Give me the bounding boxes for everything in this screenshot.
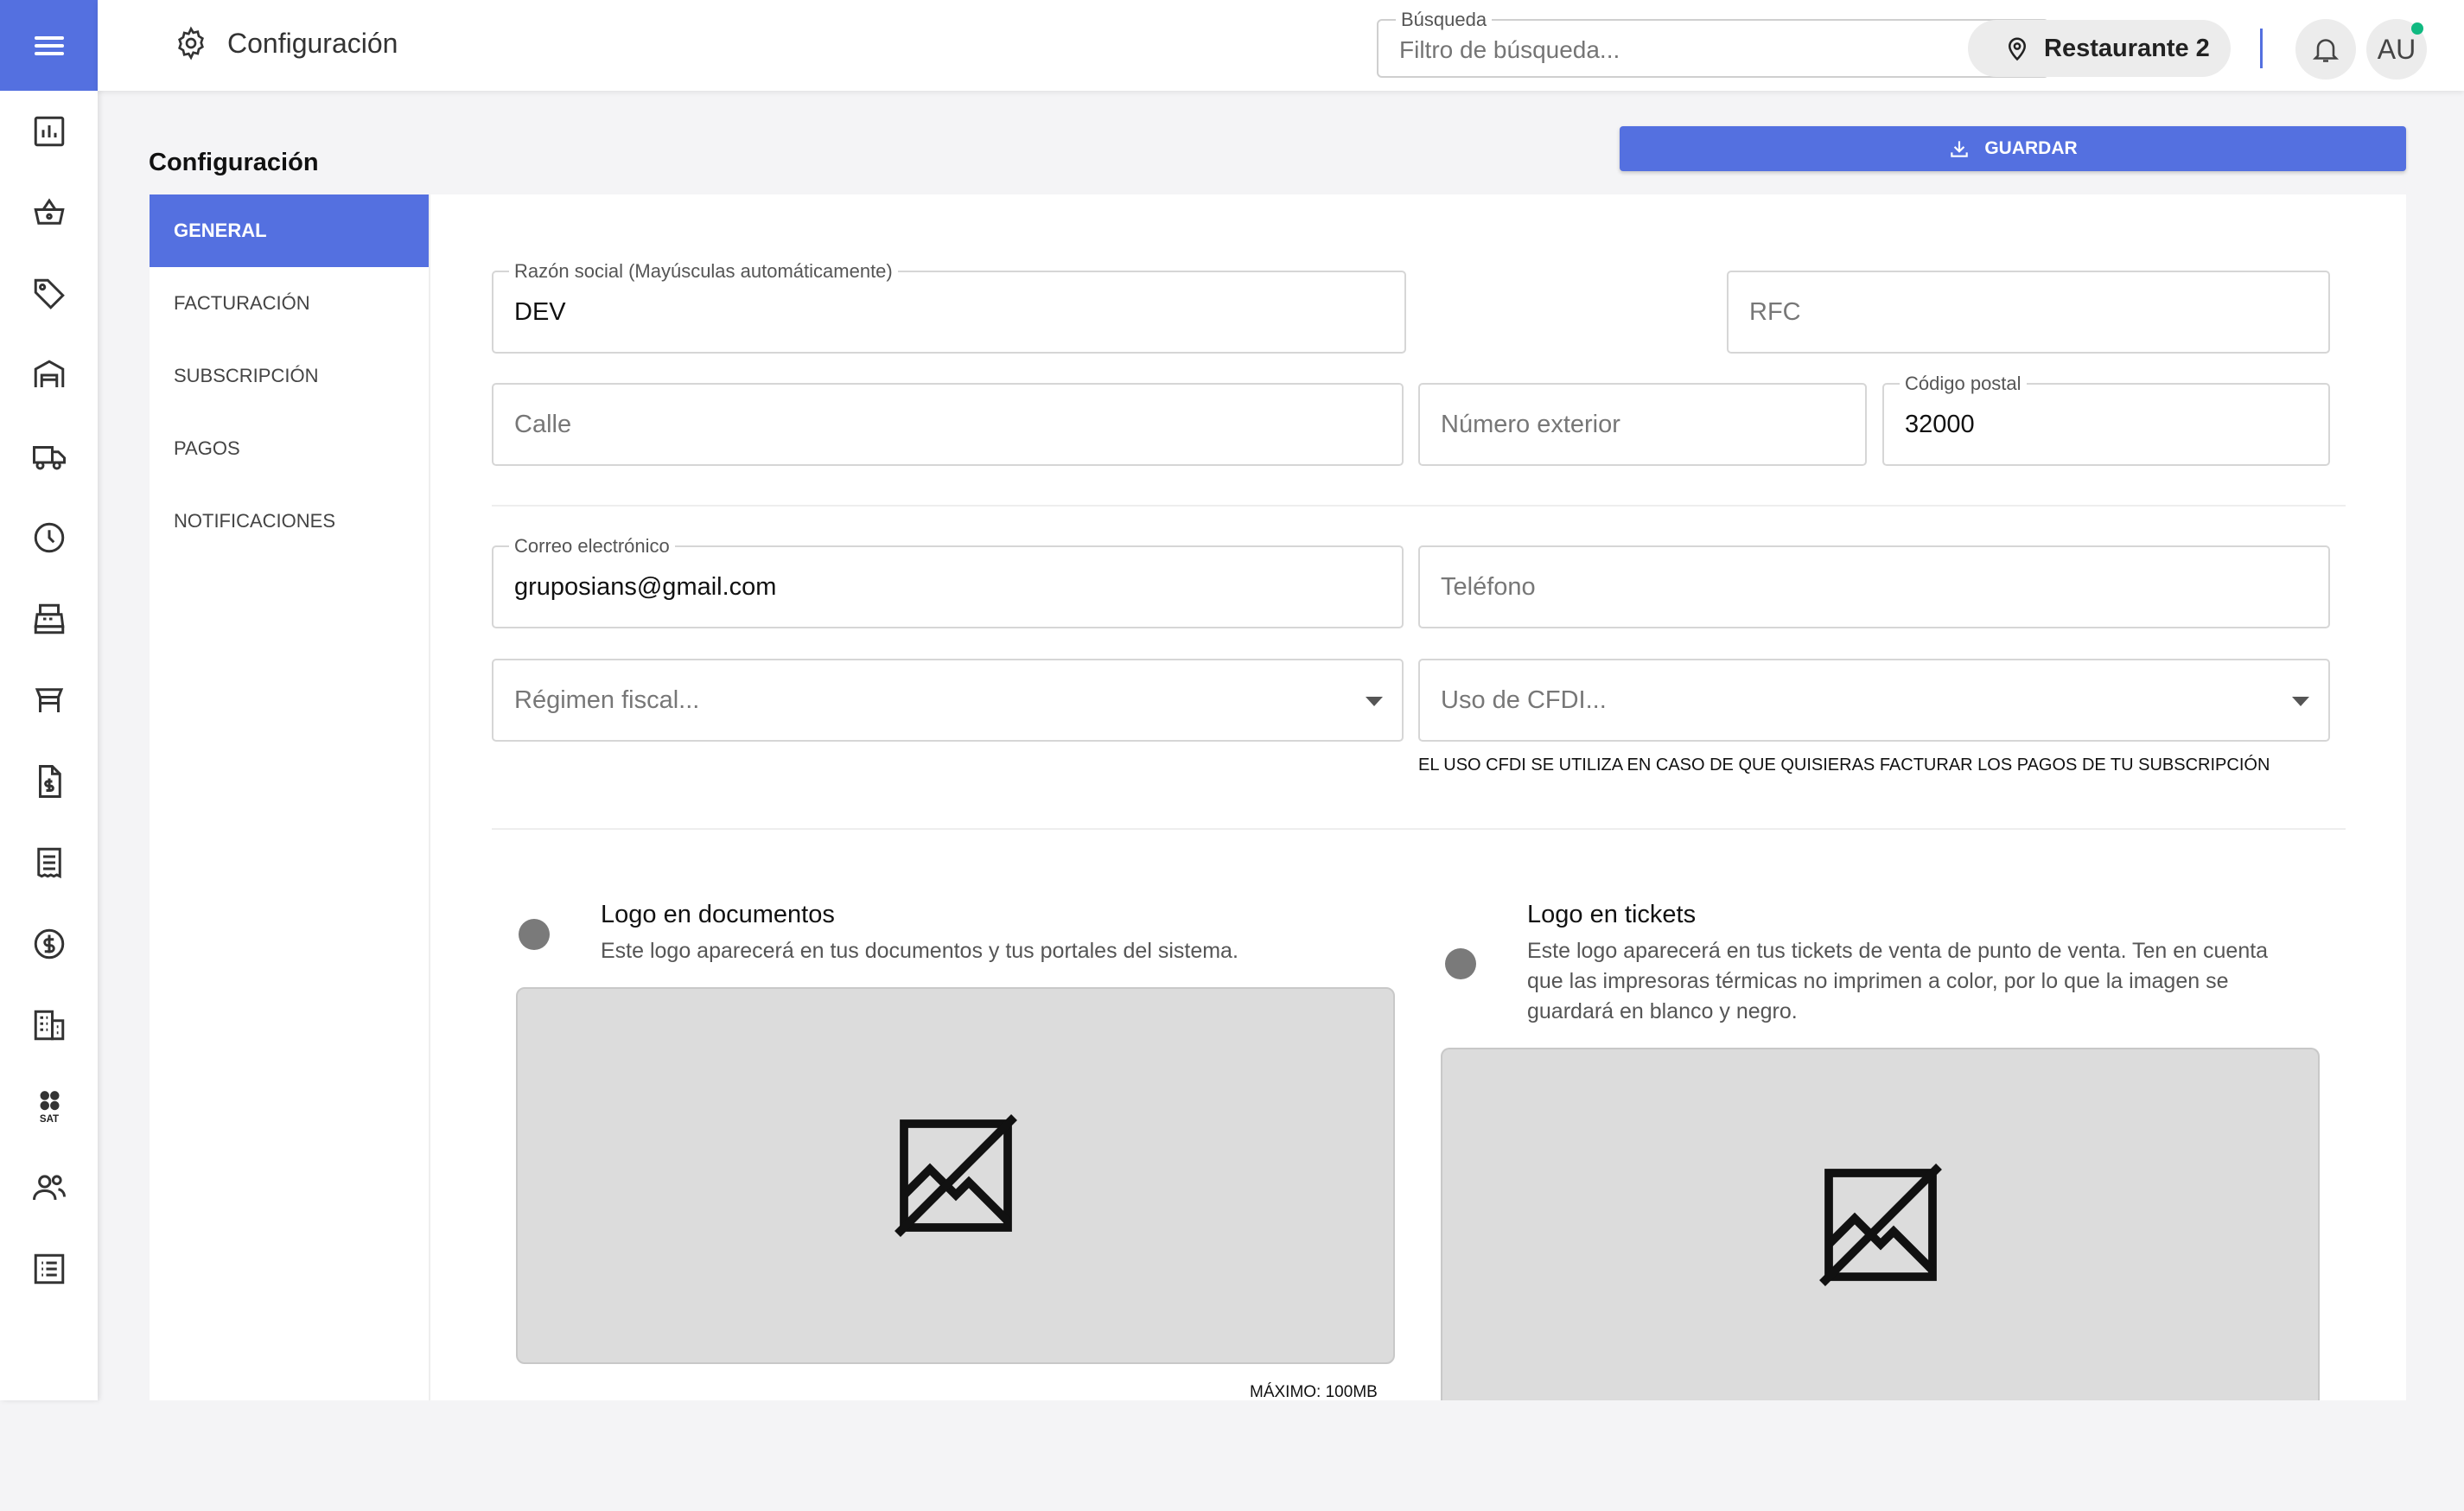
uso-cfdi-select[interactable]: Uso de CFDI... — [1418, 659, 2330, 742]
receipt-icon[interactable] — [0, 828, 98, 897]
logo-documents-title: Logo en documentos — [601, 901, 835, 928]
bell-icon — [2312, 39, 2340, 62]
chevron-down-icon — [2292, 697, 2309, 706]
download-icon — [1951, 141, 1969, 157]
tab-notificaciones[interactable]: NOTIFICACIONES — [150, 485, 429, 558]
razon-social-label: Razón social (Mayúsculas automáticamente… — [509, 260, 898, 283]
cash-register-icon[interactable] — [0, 584, 98, 653]
settings-tabs: GENERAL FACTURACIÓN SUBSCRIPCIÓN PAGOS N… — [150, 194, 430, 1400]
chart-icon[interactable] — [0, 97, 98, 166]
regimen-fiscal-select[interactable]: Régimen fiscal... — [492, 659, 1404, 742]
tab-subscripcion[interactable]: SUBSCRIPCIÓN — [150, 340, 429, 412]
logo-tickets-dropzone[interactable] — [1441, 1048, 2320, 1400]
tab-general[interactable]: GENERAL — [150, 194, 429, 267]
divider — [2260, 29, 2263, 68]
basket-icon[interactable] — [0, 178, 98, 247]
page-title-group: Configuración — [174, 26, 398, 61]
top-bar: Configuración Búsqueda Restaurante 2 AU — [98, 0, 2464, 91]
logo-documents-dropzone[interactable] — [516, 987, 1395, 1364]
uso-cfdi-placeholder: Uso de CFDI... — [1441, 686, 1607, 714]
regimen-fiscal-placeholder: Régimen fiscal... — [514, 686, 700, 714]
branch-name: Restaurante 2 — [2044, 34, 2210, 62]
tag-icon[interactable] — [0, 259, 98, 328]
building-icon[interactable] — [0, 991, 98, 1060]
branch-selector[interactable]: Restaurante 2 — [1968, 20, 2231, 77]
settings-card: GENERAL FACTURACIÓN SUBSCRIPCIÓN PAGOS N… — [150, 194, 2406, 1401]
list-icon[interactable] — [0, 1234, 98, 1304]
codigo-postal-field[interactable]: Código postal 32000 — [1882, 373, 2330, 466]
logo-tickets-radio[interactable] — [1445, 948, 1476, 979]
clock-icon[interactable] — [0, 503, 98, 572]
calle-placeholder: Calle — [514, 411, 572, 438]
image-off-icon — [1818, 1164, 1942, 1286]
search-input[interactable] — [1399, 36, 2004, 64]
rfc-field[interactable]: RFC — [1727, 271, 2330, 354]
logo-tickets-title: Logo en tickets — [1527, 901, 1697, 928]
save-button-label: GUARDAR — [1984, 138, 2078, 158]
dollar-icon[interactable] — [0, 909, 98, 979]
logo-tickets-description: Este logo aparecerá en tus tickets de ve… — [1527, 939, 2269, 1023]
invoice-icon[interactable] — [0, 747, 98, 816]
logo-documents-radio[interactable] — [519, 919, 550, 950]
phone-field[interactable]: Teléfono — [1418, 545, 2330, 628]
sidebar: SAT — [0, 0, 98, 1400]
section-heading: Configuración — [149, 149, 319, 176]
user-avatar[interactable]: AU — [2366, 19, 2427, 80]
codigo-postal-value: 32000 — [1905, 411, 1975, 438]
location-pin-icon — [2008, 37, 2027, 61]
notifications-button[interactable] — [2295, 19, 2356, 80]
numero-exterior-field[interactable]: Número exterior — [1418, 383, 1867, 466]
svg-text:SAT: SAT — [39, 1114, 58, 1125]
users-icon[interactable] — [0, 1153, 98, 1222]
codigo-postal-label: Código postal — [1900, 373, 2027, 395]
chevron-down-icon — [1366, 697, 1383, 706]
gear-icon — [178, 26, 204, 61]
cfdi-hint: EL USO CFDI SE UTILIZA EN CASO DE QUE QU… — [1418, 756, 2270, 775]
razon-social-value: DEV — [514, 298, 566, 326]
tab-pagos[interactable]: PAGOS — [150, 412, 429, 485]
hamburger-icon — [34, 35, 64, 55]
truck-icon[interactable] — [0, 422, 98, 491]
search-label: Búsqueda — [1396, 9, 1493, 31]
menu-button[interactable] — [0, 0, 98, 91]
email-field[interactable]: Correo electrónico gruposians@gmail.com — [492, 535, 1404, 628]
phone-placeholder: Teléfono — [1441, 573, 1536, 601]
search-field[interactable]: Búsqueda — [1377, 9, 2049, 78]
calle-field[interactable]: Calle — [492, 383, 1404, 466]
image-off-icon — [894, 1114, 1017, 1237]
divider — [492, 828, 2346, 830]
warehouse-icon[interactable] — [0, 341, 98, 410]
email-value: gruposians@gmail.com — [514, 573, 777, 601]
email-label: Correo electrónico — [509, 535, 675, 558]
tab-facturacion[interactable]: FACTURACIÓN — [150, 267, 429, 340]
logo-documents-description: Este logo aparecerá en tus documentos y … — [601, 939, 1238, 963]
table-icon[interactable] — [0, 666, 98, 735]
max-size-label: MÁXIMO: 100MB — [1250, 1383, 1378, 1401]
online-status-dot — [2411, 22, 2423, 35]
user-initials: AU — [2377, 33, 2416, 65]
numero-exterior-placeholder: Número exterior — [1441, 411, 1620, 438]
save-button[interactable]: GUARDAR — [1620, 126, 2406, 171]
page-title: Configuración — [227, 27, 398, 59]
divider — [492, 505, 2346, 507]
rfc-placeholder: RFC — [1749, 298, 1801, 326]
sat-icon[interactable]: SAT — [0, 1072, 98, 1141]
razon-social-field[interactable]: Razón social (Mayúsculas automáticamente… — [492, 260, 1406, 354]
